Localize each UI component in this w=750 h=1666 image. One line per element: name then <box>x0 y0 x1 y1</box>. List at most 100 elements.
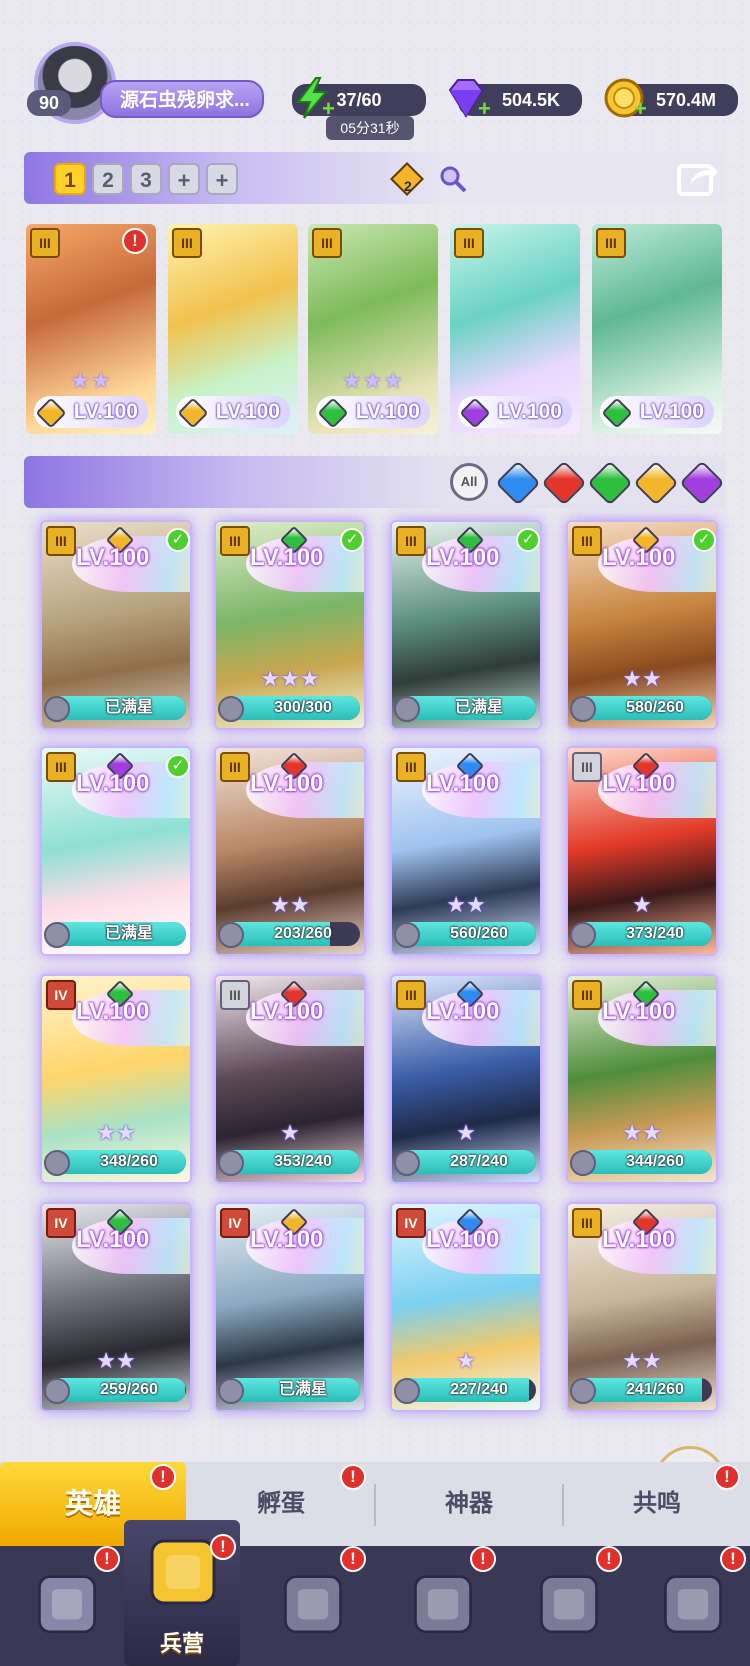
shard-progress-text: 241/260 <box>626 1381 684 1398</box>
tier-badge: IV <box>46 1208 76 1238</box>
hero-card[interactable]: III LV.100 ★ 353/240 <box>214 974 366 1184</box>
star-rating: ★ <box>632 892 652 917</box>
lineup-hero-card[interactable]: III ★★ LV.100 ! <box>26 224 156 434</box>
shard-icon <box>570 922 596 948</box>
star-rating: ★ <box>456 1120 476 1145</box>
tier-badge: III <box>396 526 426 556</box>
shard-progress-text: 已满星 <box>454 699 503 716</box>
hero-card[interactable]: III LV.100 已满星 ✓ <box>390 520 542 730</box>
hero-card[interactable]: III LV.100 ★★ 203/260 <box>214 746 366 956</box>
hero-card[interactable]: III LV.100 ★★ 580/260 ✓ <box>566 520 718 730</box>
tab-resonance-alert: ! <box>714 1464 740 1490</box>
shard-icon <box>570 1150 596 1176</box>
hero-card[interactable]: III LV.100 已满星 ✓ <box>40 746 192 956</box>
tier-badge: III <box>396 752 426 782</box>
hero-level: LV.100 <box>426 544 500 571</box>
star-rating: ★★ <box>446 892 486 917</box>
hero-card[interactable]: III LV.100 ★★ 241/260 <box>566 1202 718 1412</box>
shard-icon <box>570 1378 596 1404</box>
hero-level: LV.100 <box>76 770 150 797</box>
team-tab-1[interactable]: 1 <box>54 163 86 195</box>
cards-icon[interactable] <box>22 1566 112 1656</box>
shard-progress-text: 已满星 <box>278 1381 327 1398</box>
gold-value: 570.4M <box>655 90 717 110</box>
shard-progress-text: 已满星 <box>104 925 153 942</box>
shard-progress-text: 353/240 <box>274 1153 332 1170</box>
star-rating: ★★ <box>70 368 112 393</box>
lineup-hero-card[interactable]: III LV.100 <box>450 224 580 434</box>
shard-progress-text: 203/260 <box>274 925 332 942</box>
hero-level: LV.100 <box>76 544 150 571</box>
hero-card[interactable]: IV LV.100 ★ 227/240 <box>390 1202 542 1412</box>
check-icon: ✓ <box>692 528 716 552</box>
category-tabs: 英雄 孵蛋 神器 共鸣 <box>0 1462 750 1546</box>
lineup-hero-card[interactable]: III ★★★ LV.100 <box>308 224 438 434</box>
tier-badge: III <box>312 228 342 258</box>
hero-card[interactable]: III LV.100 已满星 ✓ <box>40 520 192 730</box>
shard-icon <box>44 1150 70 1176</box>
hero-card[interactable]: III LV.100 ★★★ 300/300 ✓ <box>214 520 366 730</box>
banner-icon[interactable] <box>648 1566 738 1656</box>
nav-barracks-label: 兵营 <box>159 1631 204 1656</box>
check-icon: ✓ <box>516 528 540 552</box>
shard-progress-text: 344/260 <box>626 1153 684 1170</box>
lineup-hero-card[interactable]: III LV.100 <box>592 224 722 434</box>
tier-badge: III <box>596 228 626 258</box>
mushroom-house-icon[interactable] <box>524 1566 614 1656</box>
hero-level: LV.100 <box>426 770 500 797</box>
add-gems-icon[interactable]: + <box>478 98 496 120</box>
hero-level: LV.100 <box>602 1226 676 1253</box>
hero-level: LV.100 <box>250 1226 324 1253</box>
lineup-hero-card[interactable]: III LV.100 <box>168 224 298 434</box>
check-icon: ✓ <box>340 528 364 552</box>
shard-progress-text: 259/260 <box>100 1381 158 1398</box>
tier-badge: III <box>572 1208 602 1238</box>
tier-badge: III <box>220 526 250 556</box>
tier-badge: IV <box>46 980 76 1010</box>
player-name[interactable]: 源石虫残卵求... <box>100 80 264 118</box>
hero-card[interactable]: IV LV.100 ★★ 259/260 <box>40 1202 192 1412</box>
hero-level: LV.100 <box>250 998 324 1025</box>
hero-card[interactable]: IV LV.100 已满星 <box>214 1202 366 1412</box>
tab-artifacts[interactable]: 神器 <box>376 1462 562 1546</box>
tier-badge: III <box>572 980 602 1010</box>
hero-level: LV.100 <box>76 1226 150 1253</box>
shard-icon <box>44 1378 70 1404</box>
filter-all-button[interactable]: All <box>450 463 488 501</box>
shard-icon <box>44 922 70 948</box>
hero-level: LV.100 <box>602 770 676 797</box>
hero-level: LV.100 <box>602 998 676 1025</box>
check-icon: ✓ <box>166 528 190 552</box>
check-icon: ✓ <box>166 754 190 778</box>
hero-level: LV.100 <box>76 998 150 1025</box>
tier-badge: III <box>572 752 602 782</box>
star-rating: ★ <box>456 1348 476 1373</box>
hero-card[interactable]: III LV.100 ★★ 344/260 <box>566 974 718 1184</box>
star-rating: ★ <box>280 1120 300 1145</box>
nav-alert-badge: ! <box>470 1546 496 1572</box>
share-icon[interactable] <box>676 158 720 198</box>
gem-value: 504.5K <box>501 90 561 110</box>
tab-heroes-alert: ! <box>150 1464 176 1490</box>
hero-card[interactable]: IV LV.100 ★★ 348/260 <box>40 974 192 1184</box>
hero-card[interactable]: III LV.100 ★ 287/240 <box>390 974 542 1184</box>
shard-icon <box>218 922 244 948</box>
shard-icon <box>394 1150 420 1176</box>
magnifier-icon[interactable] <box>438 164 468 194</box>
shard-icon <box>218 1378 244 1404</box>
map-icon[interactable] <box>268 1566 358 1656</box>
hero-level: LV.100 <box>426 1226 500 1253</box>
energy-timer: 05分31秒 <box>326 116 414 140</box>
shard-progress-text: 300/300 <box>274 699 332 716</box>
castle-icon[interactable] <box>398 1566 488 1656</box>
add-team-tab[interactable]: + <box>168 163 200 195</box>
hero-card[interactable]: III LV.100 ★ 373/240 <box>566 746 718 956</box>
team-tab-2[interactable]: 2 <box>92 163 124 195</box>
team-tab-3[interactable]: 3 <box>130 163 162 195</box>
tier-badge: III <box>30 228 60 258</box>
shard-progress-text: 227/240 <box>450 1381 508 1398</box>
hero-card[interactable]: III LV.100 ★★ 560/260 <box>390 746 542 956</box>
add-team-tab-2[interactable]: + <box>206 163 238 195</box>
add-gold-icon[interactable]: + <box>634 98 652 120</box>
shard-icon <box>44 696 70 722</box>
